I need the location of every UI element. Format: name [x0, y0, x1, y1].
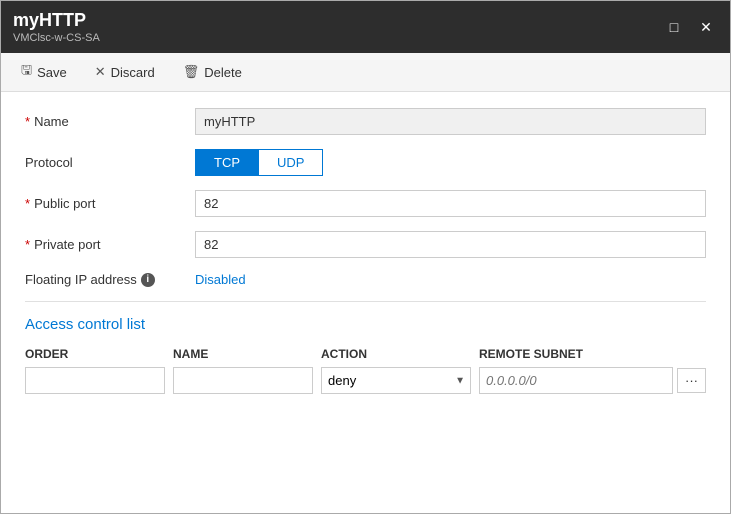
acl-action-select[interactable]: deny allow	[321, 367, 471, 394]
save-button[interactable]: 🖫 Save	[17, 59, 71, 85]
acl-col-remote-header: REMOTE SUBNET	[479, 347, 706, 361]
protocol-control: TCP UDP	[195, 149, 706, 176]
acl-action-select-wrap: deny allow ▼	[321, 367, 471, 394]
save-icon: 🖫	[21, 61, 32, 83]
section-divider	[25, 301, 706, 302]
name-label: Name	[34, 114, 69, 129]
public-port-label-container: * Public port	[25, 196, 195, 211]
delete-icon: 🗑	[183, 64, 200, 80]
acl-col-name-header: NAME	[173, 347, 313, 361]
window-subtitle: VMClsc-w-CS-SA	[13, 32, 100, 44]
private-port-label-container: * Private port	[25, 237, 195, 252]
acl-col-action-header: ACTION	[321, 347, 471, 361]
floating-ip-info-icon[interactable]: i	[141, 273, 155, 287]
close-button[interactable]: ✕	[694, 15, 718, 39]
name-row: * Name	[25, 108, 706, 135]
title-bar-left: myHTTP VMClsc-w-CS-SA	[13, 10, 100, 44]
public-port-label: Public port	[34, 196, 95, 211]
discard-label: Discard	[111, 65, 155, 80]
delete-label: Delete	[204, 65, 242, 80]
content-area: * Name Protocol TCP UDP * Public	[1, 92, 730, 513]
delete-button[interactable]: 🗑 Delete	[179, 62, 246, 82]
tcp-button[interactable]: TCP	[195, 149, 258, 176]
private-port-label: Private port	[34, 237, 100, 252]
discard-icon: ✕	[95, 64, 106, 80]
protocol-label: Protocol	[25, 155, 73, 170]
title-bar: myHTTP VMClsc-w-CS-SA □ ✕	[1, 1, 730, 53]
maximize-button[interactable]: □	[662, 15, 686, 39]
public-port-input[interactable]	[195, 190, 706, 217]
private-port-required-star: *	[25, 237, 30, 252]
acl-table: ORDER NAME ACTION REMOTE SUBNET deny all…	[25, 347, 706, 394]
main-window: myHTTP VMClsc-w-CS-SA □ ✕ 🖫 Save ✕ Disca…	[0, 0, 731, 514]
acl-remote-input[interactable]	[479, 367, 673, 394]
protocol-group: TCP UDP	[195, 149, 706, 176]
acl-order-input[interactable]	[25, 367, 165, 394]
floating-ip-row: Floating IP address i Disabled	[25, 272, 706, 287]
private-port-row: * Private port	[25, 231, 706, 258]
name-required-star: *	[25, 114, 30, 129]
window-title: myHTTP	[13, 10, 100, 31]
acl-header-row: ORDER NAME ACTION REMOTE SUBNET	[25, 347, 706, 361]
udp-button[interactable]: UDP	[258, 149, 323, 176]
title-my: my	[13, 10, 39, 30]
acl-col-order-header: ORDER	[25, 347, 165, 361]
floating-ip-label: Floating IP address	[25, 272, 137, 287]
toolbar: 🖫 Save ✕ Discard 🗑 Delete	[1, 53, 730, 92]
public-port-row: * Public port	[25, 190, 706, 217]
acl-remote-wrap: ···	[479, 367, 706, 394]
title-controls: □ ✕	[662, 15, 718, 39]
acl-name-input[interactable]	[173, 367, 313, 394]
floating-ip-label-container: Floating IP address i	[25, 272, 195, 287]
name-input[interactable]	[195, 108, 706, 135]
public-port-control	[195, 190, 706, 217]
save-label: Save	[37, 65, 67, 80]
acl-data-row: deny allow ▼ ···	[25, 367, 706, 394]
floating-ip-value: Disabled	[195, 272, 246, 287]
acl-section-title: Access control list	[25, 316, 706, 333]
public-port-required-star: *	[25, 196, 30, 211]
discard-button[interactable]: ✕ Discard	[91, 62, 159, 82]
private-port-control	[195, 231, 706, 258]
private-port-input[interactable]	[195, 231, 706, 258]
name-control	[195, 108, 706, 135]
protocol-label-container: Protocol	[25, 155, 195, 170]
floating-ip-control: Disabled	[195, 272, 706, 287]
acl-more-button[interactable]: ···	[677, 368, 706, 393]
name-label-container: * Name	[25, 114, 195, 129]
protocol-row: Protocol TCP UDP	[25, 149, 706, 176]
